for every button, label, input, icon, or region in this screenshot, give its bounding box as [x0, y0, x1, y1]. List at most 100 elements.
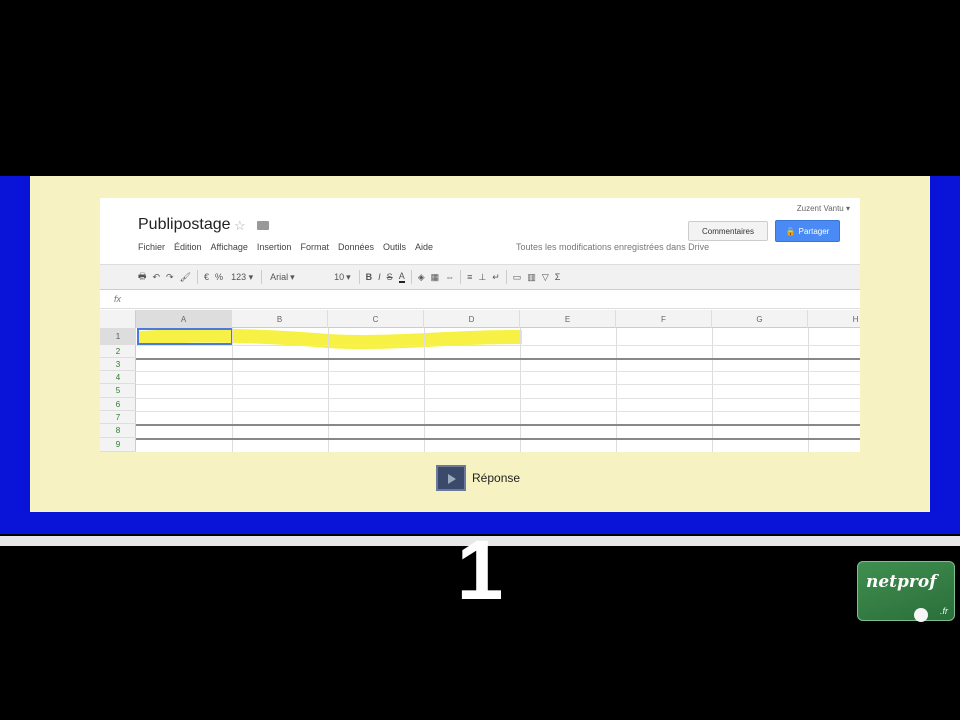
toolbar-divider	[261, 270, 263, 284]
menu-item[interactable]: Affichage	[211, 242, 248, 252]
menu-item[interactable]: Fichier	[138, 242, 165, 252]
bold-button[interactable]: B	[366, 272, 373, 282]
chevron-down-icon: ▾	[346, 271, 351, 282]
slide-number: 1	[456, 523, 504, 617]
menu-item[interactable]: Édition	[174, 242, 202, 252]
row-header[interactable]: 2	[100, 345, 136, 358]
row-header[interactable]: 1	[100, 328, 136, 345]
menu-item[interactable]: Données	[338, 242, 374, 252]
insert-comment-icon[interactable]: ▭	[513, 272, 522, 283]
column-header-bar: ABCDEFGH	[100, 310, 860, 328]
font-size-dropdown[interactable]: 10 ▾	[332, 272, 353, 283]
folder-icon[interactable]	[257, 221, 269, 230]
response-button[interactable]: Réponse	[436, 465, 520, 491]
netprof-logo[interactable]: netprof .fr	[857, 561, 955, 622]
row-header[interactable]: 7	[100, 411, 136, 424]
italic-button[interactable]: I	[378, 272, 381, 282]
column-gridline	[424, 328, 425, 452]
column-gridline	[616, 328, 617, 452]
formula-bar[interactable]: fx	[100, 291, 860, 309]
toolbar-divider	[460, 270, 462, 284]
column-header[interactable]: G	[712, 310, 808, 328]
logo-text: netprof	[866, 572, 937, 592]
print-icon[interactable]: 🖶	[138, 269, 147, 285]
play-icon	[436, 465, 466, 491]
row-header[interactable]: 8	[100, 424, 136, 438]
spreadsheet-grid: ABCDEFGH 123456789	[100, 310, 860, 452]
row-header[interactable]: 3	[100, 358, 136, 371]
save-status[interactable]: Toutes les modifications enregistrées da…	[516, 242, 709, 252]
menu-item[interactable]: Format	[300, 242, 329, 252]
redo-icon[interactable]: ↷	[166, 272, 174, 283]
logo-ball-icon	[914, 608, 928, 622]
select-all-corner[interactable]	[100, 310, 136, 328]
column-gridline	[808, 328, 809, 452]
align-vertical-icon[interactable]: ⊥	[478, 272, 486, 283]
row-header[interactable]: 9	[100, 438, 136, 452]
response-label: Réponse	[472, 471, 521, 485]
column-header[interactable]: B	[232, 310, 328, 328]
font-family-dropdown[interactable]: Arial ▾	[268, 272, 326, 283]
column-header[interactable]: D	[424, 310, 520, 328]
wrap-text-icon[interactable]: ↵	[492, 272, 500, 283]
comments-button[interactable]: Commentaires	[688, 221, 768, 241]
toolbar-divider	[410, 270, 412, 284]
column-gridline	[232, 328, 233, 452]
percent-icon[interactable]: %	[215, 272, 223, 282]
share-button[interactable]: 🔒 Partager	[775, 220, 840, 242]
menu-item[interactable]: Outils	[383, 242, 406, 252]
share-label: Partager	[798, 226, 830, 236]
toolbar-divider	[505, 270, 507, 284]
fx-icon: fx	[114, 294, 122, 304]
lock-icon: 🔒	[785, 226, 796, 236]
menu-bar: Fichier Édition Affichage Insertion Format Do…	[138, 242, 433, 252]
column-header[interactable]: H	[808, 310, 860, 328]
row-gridline	[136, 358, 860, 360]
row-gridline	[136, 371, 860, 372]
column-header[interactable]: A	[136, 310, 232, 328]
column-header[interactable]: C	[328, 310, 424, 328]
account-name[interactable]: Zuzent Vantu ▾	[797, 204, 850, 213]
borders-icon[interactable]: ▦	[431, 272, 440, 283]
row-gridline	[136, 411, 860, 412]
row-gridline	[136, 345, 860, 346]
strikethrough-button[interactable]: S	[387, 272, 393, 282]
column-header[interactable]: F	[616, 310, 712, 328]
merge-cells-icon[interactable]: ⇔	[445, 272, 454, 282]
row-header-bar: 123456789	[100, 328, 136, 452]
toolbar: 🖶 ↶ ↷ 🖌 € % 123 ▾ Arial ▾ 10 ▾ B I S A ◈…	[100, 264, 860, 290]
toolbar-divider	[358, 270, 360, 284]
row-gridline	[136, 424, 860, 426]
row-gridline	[136, 398, 860, 399]
chevron-down-icon: ▾	[290, 271, 295, 282]
align-horizontal-icon[interactable]: ≡	[467, 272, 472, 282]
logo-suffix: .fr	[940, 606, 948, 616]
row-gridline	[136, 438, 860, 440]
spreadsheet-window: Publipostage ☆ Zuzent Vantu ▾ Commentair…	[100, 198, 860, 452]
star-icon[interactable]: ☆	[234, 218, 246, 234]
document-title[interactable]: Publipostage	[138, 216, 231, 234]
column-gridline	[520, 328, 521, 452]
column-gridline	[328, 328, 329, 452]
active-cell[interactable]	[137, 328, 233, 345]
undo-icon[interactable]: ↶	[153, 272, 161, 283]
row-header[interactable]: 5	[100, 384, 136, 398]
font-size-value: 10	[334, 272, 345, 282]
fill-color-icon[interactable]: ◈	[418, 272, 425, 283]
currency-icon[interactable]: €	[204, 272, 209, 282]
text-color-button[interactable]: A	[398, 271, 405, 283]
column-gridline	[712, 328, 713, 452]
menu-item[interactable]: Insertion	[257, 242, 292, 252]
column-header[interactable]: E	[520, 310, 616, 328]
menu-item[interactable]: Aide	[415, 242, 433, 252]
row-header[interactable]: 4	[100, 371, 136, 384]
zoom-dropdown[interactable]: 123 ▾	[229, 272, 255, 283]
toolbar-divider	[197, 270, 199, 284]
insert-chart-icon[interactable]: ▥	[527, 272, 536, 283]
row-header[interactable]: 6	[100, 398, 136, 411]
font-family-value: Arial	[270, 272, 289, 282]
functions-icon[interactable]: Σ	[555, 272, 561, 282]
row-gridline	[136, 384, 860, 385]
paint-format-icon[interactable]: 🖌	[180, 272, 191, 283]
filter-icon[interactable]: ▽	[542, 272, 549, 283]
